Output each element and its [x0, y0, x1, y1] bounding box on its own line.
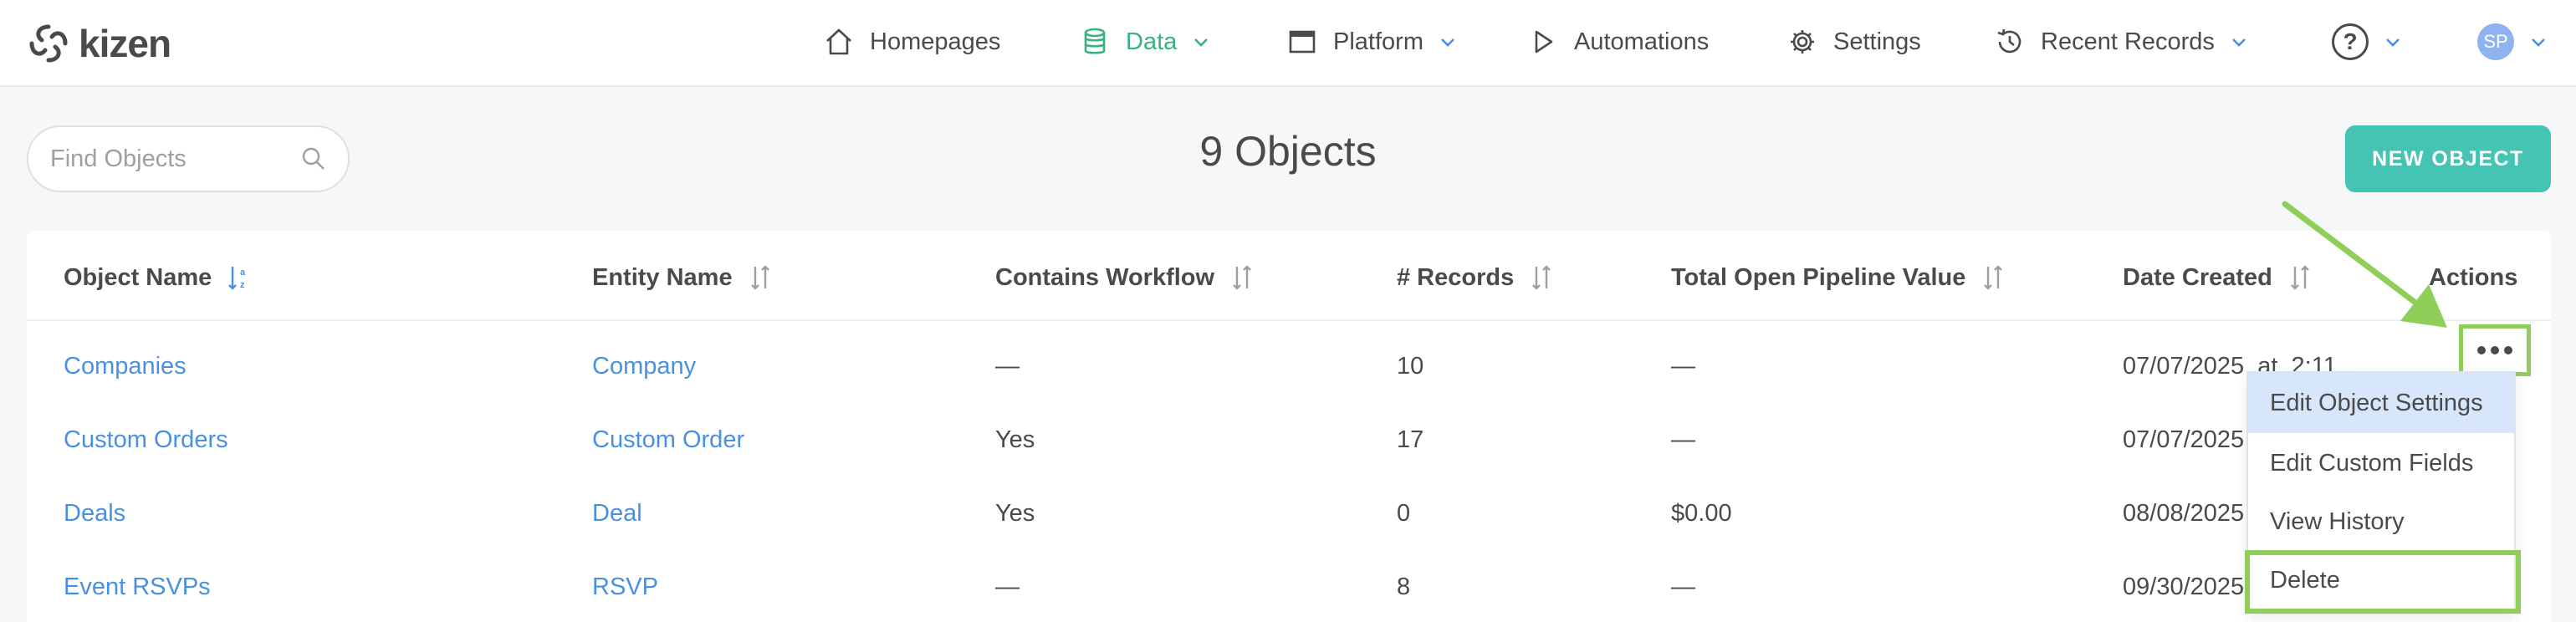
pipeline-cell: —	[1671, 426, 1695, 453]
header-object-name[interactable]: Object Name az	[64, 261, 252, 294]
entity-name-link[interactable]: Deal	[592, 500, 642, 528]
svg-text:a: a	[240, 268, 246, 278]
new-object-button[interactable]: NEW OBJECT	[2345, 125, 2551, 192]
sort-icon[interactable]	[748, 263, 773, 292]
header-label: # Records	[1397, 263, 1515, 291]
object-name-link[interactable]: Deals	[64, 500, 125, 528]
nav-recent-records[interactable]: Recent Records	[1994, 22, 2250, 62]
menu-item-delete[interactable]: Delete	[2248, 550, 2514, 610]
search-input[interactable]	[50, 145, 301, 173]
header-label: Contains Workflow	[995, 263, 1215, 291]
nav-automations[interactable]: Automations	[1527, 22, 1709, 62]
table-row: Custom Orders Custom Order Yes 17 — 07/0…	[27, 405, 2551, 478]
chevron-down-icon	[1190, 31, 1212, 53]
database-icon	[1079, 26, 1111, 58]
records-cell: 17	[1397, 426, 1424, 453]
help-icon: ?	[2332, 23, 2369, 60]
svg-text:z: z	[240, 280, 245, 290]
play-icon	[1527, 26, 1559, 58]
home-icon	[823, 26, 855, 58]
avatar: SP	[2477, 23, 2514, 60]
records-cell: 0	[1397, 500, 1411, 527]
chevron-down-icon	[2527, 31, 2549, 53]
chevron-down-icon	[2228, 31, 2250, 53]
page-title: 9 Objects	[1199, 128, 1377, 175]
table-row: Event RSVPs RSVP — 8 — 09/30/2025	[27, 552, 2551, 622]
header-label: Entity Name	[592, 263, 733, 291]
top-navigation: kizen Homepages Data Platform Automation…	[0, 0, 2576, 87]
brand-name: kizen	[79, 22, 171, 65]
date-cell: 07/07/2025	[2123, 426, 2245, 453]
dot	[2504, 346, 2512, 354]
header-label: Date Created	[2123, 263, 2272, 291]
pipeline-cell: $0.00	[1671, 500, 1732, 527]
search-icon	[302, 147, 325, 170]
chevron-down-icon	[2382, 31, 2404, 53]
entity-name-link[interactable]: RSVP	[592, 574, 658, 601]
entity-name-link[interactable]: Custom Order	[592, 426, 744, 454]
help-menu[interactable]: ?	[2332, 22, 2404, 62]
header-records[interactable]: # Records	[1397, 261, 1554, 294]
workflow-cell: Yes	[995, 426, 1035, 453]
nav-homepages[interactable]: Homepages	[823, 22, 1000, 62]
records-cell: 8	[1397, 574, 1411, 600]
header-label: Total Open Pipeline Value	[1671, 263, 1966, 291]
window-icon	[1286, 26, 1318, 58]
date-cell: 08/08/2025	[2123, 500, 2245, 527]
menu-item-edit-object-settings[interactable]: Edit Object Settings	[2248, 373, 2514, 433]
header-contains-workflow[interactable]: Contains Workflow	[995, 261, 1255, 294]
gear-icon	[1786, 26, 1818, 58]
workflow-cell: —	[995, 574, 1020, 600]
sort-az-icon[interactable]: az	[227, 263, 252, 292]
nav-data[interactable]: Data	[1079, 22, 1212, 62]
object-name-link[interactable]: Companies	[64, 353, 187, 380]
dot	[2491, 346, 2499, 354]
object-name-link[interactable]: Event RSVPs	[64, 574, 211, 601]
nav-recent-records-label: Recent Records	[2041, 28, 2215, 55]
table-row: Deals Deal Yes 0 $0.00 08/08/2025	[27, 478, 2551, 552]
pipeline-cell: —	[1671, 574, 1695, 600]
sort-icon[interactable]	[1229, 263, 1255, 292]
entity-name-link[interactable]: Company	[592, 353, 696, 380]
sort-icon[interactable]	[1529, 263, 1554, 292]
nav-settings-label: Settings	[1833, 28, 1921, 55]
header-label: Object Name	[64, 263, 212, 291]
nav-data-label: Data	[1126, 28, 1178, 55]
search-field[interactable]	[27, 125, 350, 192]
workflow-cell: Yes	[995, 500, 1035, 527]
kizen-logo[interactable]: kizen	[27, 18, 171, 69]
table-row: Companies Company — 10 — 07/07/2025 at 2…	[27, 331, 2551, 405]
user-menu[interactable]: SP	[2477, 22, 2549, 62]
workflow-cell: —	[995, 353, 1020, 380]
header-pipeline-value[interactable]: Total Open Pipeline Value	[1671, 261, 2006, 294]
nav-platform-label: Platform	[1333, 28, 1423, 55]
records-cell: 10	[1397, 353, 1424, 380]
pipeline-cell: —	[1671, 353, 1695, 380]
date-cell: 09/30/2025	[2123, 574, 2245, 600]
object-name-link[interactable]: Custom Orders	[64, 426, 228, 454]
nav-settings[interactable]: Settings	[1786, 22, 1921, 62]
logo-icon	[29, 24, 68, 63]
dot	[2477, 346, 2486, 354]
actions-dropdown-menu: Edit Object Settings Edit Custom Fields …	[2246, 371, 2516, 614]
nav-platform[interactable]: Platform	[1286, 22, 1459, 62]
objects-table: Object Name az Entity Name Contains Work…	[27, 231, 2551, 622]
nav-automations-label: Automations	[1574, 28, 1710, 55]
chevron-down-icon	[1437, 31, 1459, 53]
menu-item-view-history[interactable]: View History	[2248, 492, 2514, 552]
annotation-arrow-icon	[2282, 201, 2447, 328]
menu-item-edit-custom-fields[interactable]: Edit Custom Fields	[2248, 433, 2514, 493]
sort-icon[interactable]	[1981, 263, 2006, 292]
history-icon	[1994, 26, 2026, 58]
nav-homepages-label: Homepages	[870, 28, 1001, 55]
table-header: Object Name az Entity Name Contains Work…	[27, 231, 2551, 321]
row-actions-button[interactable]	[2459, 324, 2531, 376]
header-entity-name[interactable]: Entity Name	[592, 261, 773, 294]
